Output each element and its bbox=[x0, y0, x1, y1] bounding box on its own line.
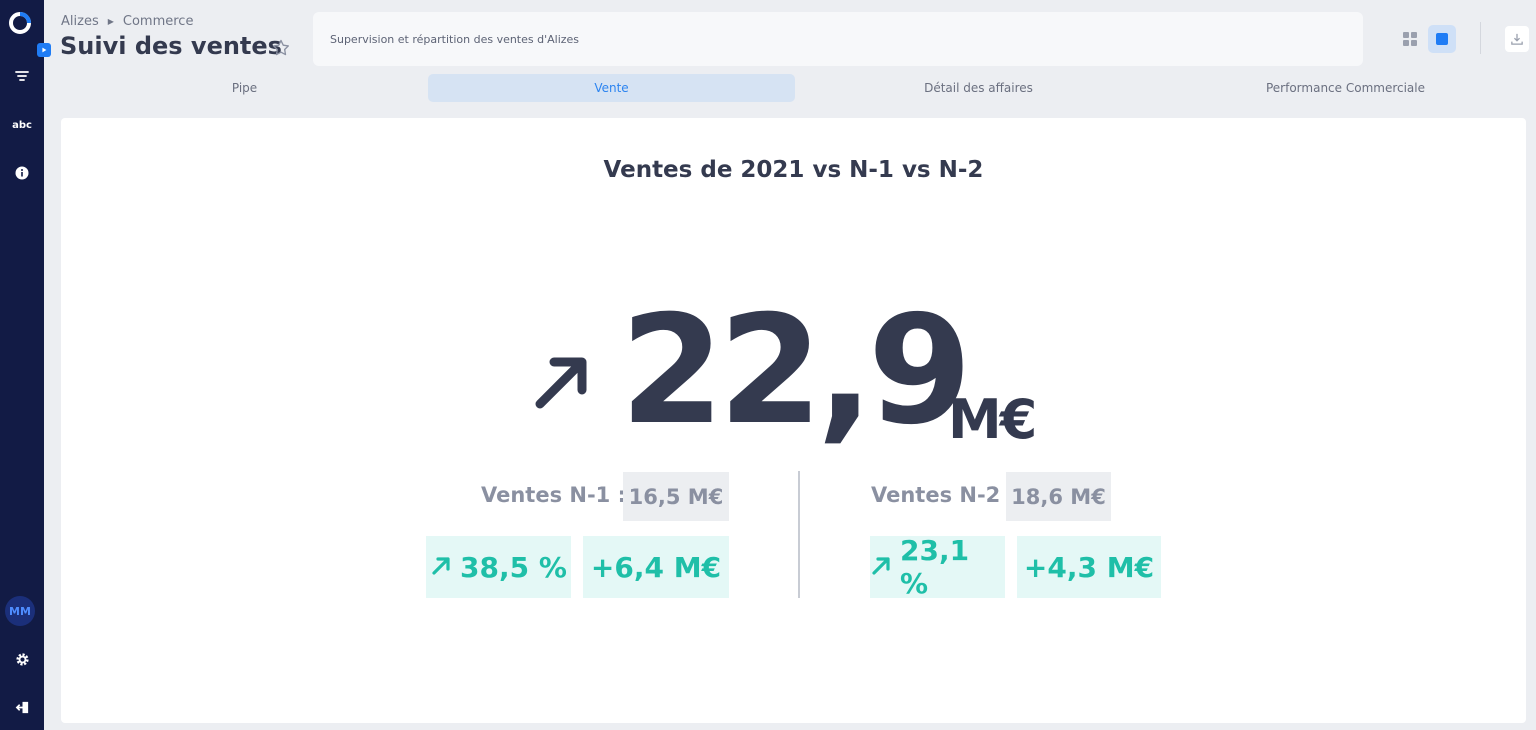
app-logo[interactable] bbox=[7, 10, 33, 36]
tab-detail-affaires[interactable]: Détail des affaires bbox=[795, 74, 1162, 102]
tab-vente[interactable]: Vente bbox=[428, 74, 795, 102]
header-divider bbox=[1480, 22, 1481, 54]
n1-label: Ventes N-1 : bbox=[481, 483, 627, 507]
breadcrumb-item-alizes[interactable]: Alizes bbox=[61, 14, 99, 29]
grid-view-icon[interactable] bbox=[1397, 26, 1423, 52]
star-icon[interactable] bbox=[271, 38, 291, 58]
logout-icon[interactable] bbox=[0, 695, 44, 719]
download-icon[interactable] bbox=[1505, 26, 1529, 52]
n1-delta-pct-value: 38,5 % bbox=[460, 550, 567, 584]
kpi-unit: M€ bbox=[948, 388, 1037, 451]
tab-pipe[interactable]: Pipe bbox=[61, 74, 428, 102]
n2-value: 18,6 M€ bbox=[1006, 472, 1111, 521]
avatar[interactable]: MM bbox=[5, 596, 35, 626]
trend-up-icon bbox=[532, 354, 592, 414]
tab-performance-commerciale[interactable]: Performance Commerciale bbox=[1162, 74, 1529, 102]
breadcrumb-separator-icon: ▶ bbox=[107, 17, 114, 26]
kpi-title: Ventes de 2021 vs N-1 vs N-2 bbox=[603, 157, 984, 183]
filter-icon[interactable] bbox=[0, 64, 44, 88]
n2-label: Ventes N-2 bbox=[871, 483, 1001, 507]
page-title: Suivi des ventes bbox=[60, 32, 282, 60]
single-view-icon[interactable] bbox=[1428, 25, 1456, 53]
abc-label: abc bbox=[12, 119, 32, 131]
abc-icon[interactable]: abc bbox=[0, 113, 44, 137]
trend-up-small-icon bbox=[870, 551, 892, 584]
sidebar: abc MM bbox=[0, 0, 51, 730]
n2-delta-pct: 23,1 % bbox=[870, 534, 1005, 600]
gear-icon[interactable] bbox=[0, 647, 44, 671]
n1-delta-pct: 38,5 % bbox=[426, 536, 571, 598]
n1-delta-abs: +6,4 M€ bbox=[583, 536, 729, 598]
n2-delta-pct-value: 23,1 % bbox=[900, 534, 970, 600]
comparison-divider bbox=[798, 471, 800, 598]
n2-delta-abs: +4,3 M€ bbox=[1017, 536, 1161, 598]
breadcrumb: Alizes ▶ Commerce bbox=[61, 14, 193, 29]
n1-value: 16,5 M€ bbox=[623, 472, 729, 521]
trend-up-small-icon bbox=[430, 551, 452, 584]
dashboard-description: Supervision et répartition des ventes d'… bbox=[313, 12, 1363, 66]
breadcrumb-item-commerce[interactable]: Commerce bbox=[123, 14, 194, 29]
description-text: Supervision et répartition des ventes d'… bbox=[330, 32, 580, 46]
kpi-value: 22,9 bbox=[620, 284, 972, 458]
expand-sidebar-icon[interactable] bbox=[37, 43, 51, 57]
